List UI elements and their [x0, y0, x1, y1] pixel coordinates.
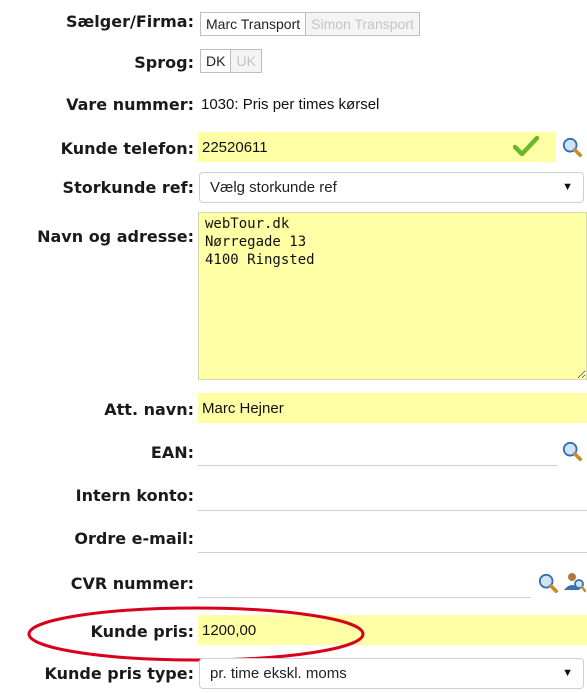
chevron-down-icon: ▼: [562, 181, 573, 193]
ean-label: EAN:: [150, 443, 194, 462]
cvr-number-label: CVR nummer:: [70, 574, 194, 593]
chevron-down-icon: ▼: [562, 667, 573, 679]
name-address-textarea[interactable]: [198, 212, 587, 380]
name-address-label: Navn og adresse:: [37, 227, 194, 246]
seller-toggle-group: Marc Transport Simon Transport: [200, 12, 420, 36]
language-label: Sprog:: [134, 53, 194, 72]
order-email-input[interactable]: [198, 523, 587, 553]
item-number-value: 1030: Pris per times kørsel: [201, 96, 380, 113]
customer-price-type-selected: pr. time ekskl. moms: [210, 665, 347, 682]
magnifier-icon[interactable]: [538, 573, 558, 593]
seller-option-marc[interactable]: Marc Transport: [200, 12, 307, 36]
att-name-input[interactable]: [198, 393, 587, 423]
order-email-label: Ordre e-mail:: [74, 529, 194, 548]
annotation-ellipse: [27, 606, 365, 662]
cvr-number-input[interactable]: [198, 568, 531, 598]
item-number-label: Vare nummer:: [66, 95, 194, 114]
magnifier-icon[interactable]: [562, 137, 582, 157]
magnifier-icon[interactable]: [562, 441, 582, 461]
key-account-ref-select[interactable]: Vælg storkunde ref ▼: [199, 172, 584, 203]
people-search-icon[interactable]: [560, 570, 586, 594]
customer-phone-input[interactable]: [198, 132, 556, 162]
internal-account-label: Intern konto:: [75, 486, 194, 505]
language-option-uk[interactable]: UK: [231, 49, 262, 73]
language-option-dk[interactable]: DK: [200, 49, 232, 73]
att-name-label: Att. navn:: [104, 400, 194, 419]
key-account-ref-label: Storkunde ref:: [62, 178, 194, 197]
ean-input[interactable]: [198, 436, 558, 466]
internal-account-input[interactable]: [198, 481, 587, 511]
customer-phone-label: Kunde telefon:: [60, 139, 194, 158]
customer-price-type-label: Kunde pris type:: [44, 664, 194, 683]
seller-label: Sælger/Firma:: [66, 12, 194, 31]
key-account-ref-selected: Vælg storkunde ref: [210, 179, 337, 196]
language-toggle-group: DK UK: [200, 49, 262, 73]
check-icon: [513, 135, 539, 157]
customer-price-type-select[interactable]: pr. time ekskl. moms ▼: [199, 658, 584, 689]
seller-option-simon[interactable]: Simon Transport: [306, 12, 420, 36]
